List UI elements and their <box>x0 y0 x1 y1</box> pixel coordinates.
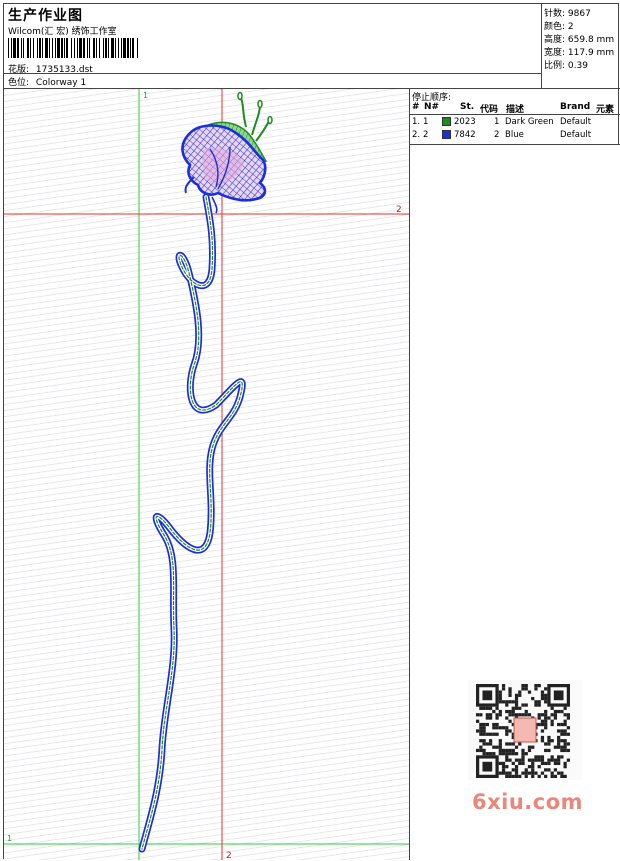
header-info-panel: 生产作业图 Wilcom(汇 宏) 绣饰工作室 花版: 1735133.dst … <box>4 4 542 89</box>
flower-stem <box>138 193 246 853</box>
col-element: 元素 <box>596 105 615 115</box>
company-name: Wilcom(汇 宏) 绣饰工作室 <box>8 27 117 37</box>
stop-sequence-panel: 停止顺序: # N# St. 代码 描述 Brand 元素 1. 1 2023 … <box>410 89 620 145</box>
site-watermark: 6xiu.com <box>472 790 584 814</box>
col-brand: Brand <box>560 102 591 112</box>
stitch-count: 针数: 9867 <box>544 9 591 19</box>
stop-sequence-row: 2. 2 7842 2 Blue Default <box>412 130 592 140</box>
design-height: 高度: 659.8 mm <box>544 35 615 45</box>
design-scale: 比例: 0.39 <box>544 61 588 71</box>
col-code: 代码 <box>480 105 499 115</box>
color-swatch <box>442 130 451 139</box>
qr-code <box>476 684 570 778</box>
guide-label-green-bottom: 1 <box>7 834 12 843</box>
colorway-line: 色位: Colorway 1 <box>4 73 542 89</box>
col-stitches: St. <box>460 102 475 112</box>
page-title: 生产作业图 <box>8 8 83 24</box>
col-description: 描述 <box>506 105 525 115</box>
colorway-name: Colorway 1 <box>35 78 87 88</box>
color-swatch <box>442 117 451 126</box>
guide-label-red-bottom: 2 <box>226 851 232 860</box>
col-needle: N# <box>424 102 440 112</box>
barcode <box>8 38 138 58</box>
col-num: # <box>412 102 420 112</box>
color-count: 颜色: 2 <box>544 22 574 32</box>
design-canvas: 1 1 2 2 <box>4 89 409 860</box>
guide-label-red-right: 2 <box>396 205 402 215</box>
embroidery-design-preview: 1 1 2 2 <box>4 89 410 860</box>
stop-sequence-row: 1. 1 2023 1 Dark Green Default <box>412 117 592 127</box>
colorway-label: 色位: <box>8 78 30 88</box>
design-width: 宽度: 117.9 mm <box>544 48 615 58</box>
stop-sequence-header: # N# St. 代码 描述 Brand 元素 <box>410 101 620 115</box>
guide-label-green-top: 1 <box>143 91 148 100</box>
design-stats-panel: 针数: 9867 颜色: 2 高度: 659.8 mm 宽度: 117.9 mm… <box>542 4 620 89</box>
qr-code-watermark <box>468 680 582 780</box>
